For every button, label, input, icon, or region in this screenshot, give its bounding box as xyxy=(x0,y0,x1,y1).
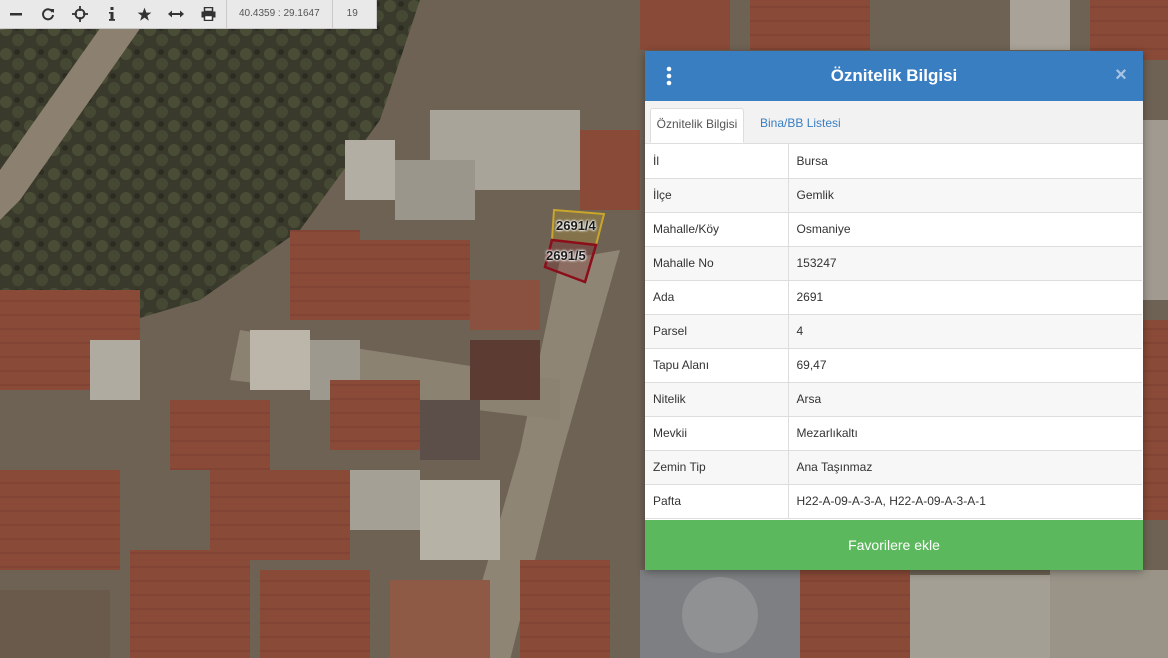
attribute-table: İl Bursa İlçe Gemlik Mahalle/Köy Osmaniye M… xyxy=(645,144,1142,519)
attribute-key: Mahalle No xyxy=(645,246,789,281)
attribute-key: Zemin Tip xyxy=(645,450,789,485)
zoom-level: 19 xyxy=(346,8,358,19)
panel-header: Öznitelik Bilgisi × xyxy=(645,51,1143,101)
attribute-value: H22-A-09-A-3-A, H22-A-09-A-3-A-1 xyxy=(788,484,1142,519)
close-icon[interactable]: × xyxy=(1113,65,1129,85)
table-row: İl Bursa xyxy=(645,144,1142,179)
zoom-out-button[interactable] xyxy=(0,0,32,28)
table-row: Pafta H22-A-09-A-3-A, H22-A-09-A-3-A-1 xyxy=(645,484,1142,519)
attribute-key: Ada xyxy=(645,280,789,315)
attribute-key: İl xyxy=(645,144,789,179)
add-to-favorites-button[interactable]: Favorilere ekle xyxy=(645,520,1143,570)
tab-attribute-info[interactable]: Öznitelik Bilgisi xyxy=(650,108,744,143)
table-row: Mahalle No 153247 xyxy=(645,246,1142,281)
table-row: Tapu Alanı 69,47 xyxy=(645,348,1142,383)
table-row: Mevkii Mezarlıkaltı xyxy=(645,416,1142,451)
attribute-key: İlçe xyxy=(645,178,789,213)
table-row: Parsel 4 xyxy=(645,314,1142,349)
parcel-label: 2691/4 xyxy=(556,218,596,233)
refresh-button[interactable] xyxy=(32,0,64,28)
table-row: İlçe Gemlik xyxy=(645,178,1142,213)
panel-tabs: Öznitelik Bilgisi Bina/BB Listesi xyxy=(645,101,1143,144)
attribute-key: Pafta xyxy=(645,484,789,519)
attribute-value: Osmaniye xyxy=(788,212,1142,247)
vertical-dots-menu-icon[interactable] xyxy=(663,66,675,86)
minus-icon xyxy=(10,13,22,16)
table-row: Zemin Tip Ana Taşınmaz xyxy=(645,450,1142,485)
attribute-value: 69,47 xyxy=(788,348,1142,383)
attribute-value: 153247 xyxy=(788,246,1142,281)
attribute-value: 2691 xyxy=(788,280,1142,315)
coordinate-readout: 40.4359 : 29.1647 xyxy=(227,0,333,28)
attribute-value: Ana Taşınmaz xyxy=(788,450,1142,485)
favorites-button[interactable] xyxy=(128,0,160,28)
attribute-key: Nitelik xyxy=(645,382,789,417)
info-icon xyxy=(109,7,115,21)
tab-building-list[interactable]: Bina/BB Listesi xyxy=(760,108,841,143)
attribute-value: Arsa xyxy=(788,382,1142,417)
star-icon xyxy=(137,7,151,21)
attribute-value: 4 xyxy=(788,314,1142,349)
crosshair-icon xyxy=(72,6,88,22)
attribute-value: Bursa xyxy=(788,144,1142,179)
table-row: Mahalle/Köy Osmaniye xyxy=(645,212,1142,247)
table-row: Nitelik Arsa xyxy=(645,382,1142,417)
attribute-info-panel: Öznitelik Bilgisi × Öznitelik Bilgisi Bi… xyxy=(645,51,1143,570)
print-icon xyxy=(201,7,215,21)
attribute-key: Parsel xyxy=(645,314,789,349)
measure-icon xyxy=(168,10,184,18)
table-row: Ada 2691 xyxy=(645,280,1142,315)
panel-title: Öznitelik Bilgisi xyxy=(830,66,958,85)
attribute-key: Mevkii xyxy=(645,416,789,451)
attribute-key: Tapu Alanı xyxy=(645,348,789,383)
locate-button[interactable] xyxy=(64,0,96,28)
attribute-value: Gemlik xyxy=(788,178,1142,213)
info-button[interactable] xyxy=(96,0,128,28)
parcel-label: 2691/5 xyxy=(546,248,586,263)
measure-button[interactable] xyxy=(160,0,192,28)
attribute-key: Mahalle/Köy xyxy=(645,212,789,247)
refresh-icon xyxy=(42,8,54,21)
print-button[interactable] xyxy=(192,0,224,28)
map-toolbar: 40.4359 : 29.1647 19 xyxy=(0,0,377,29)
attribute-value: Mezarlıkaltı xyxy=(788,416,1142,451)
